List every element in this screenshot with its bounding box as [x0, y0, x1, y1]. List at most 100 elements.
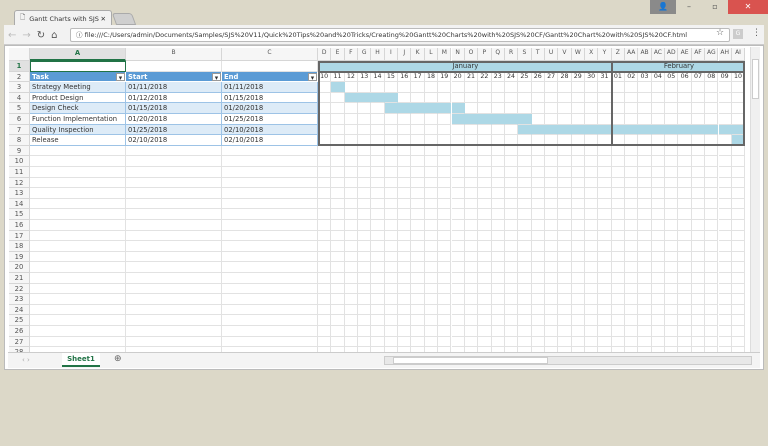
cell[interactable] — [492, 156, 505, 167]
cell[interactable] — [438, 231, 451, 242]
cell[interactable] — [345, 231, 358, 242]
row-header[interactable]: 4 — [9, 93, 30, 104]
cell[interactable] — [545, 326, 558, 337]
cell[interactable] — [665, 241, 678, 252]
cell[interactable] — [505, 178, 518, 189]
cell[interactable] — [222, 305, 318, 316]
row-header[interactable]: 23 — [9, 294, 30, 305]
cell[interactable] — [545, 305, 558, 316]
cell[interactable] — [638, 188, 651, 199]
cell[interactable] — [652, 241, 665, 252]
cell[interactable] — [452, 220, 465, 231]
cell[interactable] — [692, 305, 705, 316]
cell[interactable] — [705, 188, 718, 199]
cell[interactable] — [638, 220, 651, 231]
cell[interactable] — [719, 294, 732, 305]
cell[interactable] — [492, 220, 505, 231]
cell[interactable] — [411, 252, 424, 263]
cell[interactable] — [30, 241, 126, 252]
cell[interactable] — [518, 337, 531, 348]
cell[interactable] — [331, 167, 344, 178]
cell[interactable] — [732, 209, 745, 220]
cell[interactable] — [318, 273, 331, 284]
cell[interactable] — [465, 315, 478, 326]
row-header[interactable]: 11 — [9, 167, 30, 178]
cell[interactable] — [638, 294, 651, 305]
cell[interactable] — [505, 273, 518, 284]
cell[interactable] — [222, 294, 318, 305]
cell[interactable] — [385, 188, 398, 199]
back-icon[interactable]: ← — [8, 30, 16, 41]
cell[interactable] — [438, 294, 451, 305]
cell[interactable] — [385, 262, 398, 273]
cell[interactable] — [598, 305, 611, 316]
cell[interactable] — [411, 294, 424, 305]
cell[interactable] — [678, 284, 691, 295]
cell[interactable] — [126, 61, 222, 72]
cell[interactable] — [585, 305, 598, 316]
column-header-s[interactable]: S — [518, 48, 531, 61]
cell[interactable] — [585, 178, 598, 189]
cell[interactable] — [719, 199, 732, 210]
cell[interactable] — [478, 315, 491, 326]
cell[interactable] — [638, 241, 651, 252]
cell[interactable] — [558, 178, 571, 189]
cell[interactable] — [30, 252, 126, 263]
cell[interactable] — [318, 188, 331, 199]
cell[interactable] — [732, 262, 745, 273]
column-header-h[interactable]: H — [371, 48, 384, 61]
cell[interactable] — [612, 262, 625, 273]
cell[interactable] — [411, 241, 424, 252]
cell[interactable] — [518, 262, 531, 273]
cell[interactable] — [705, 294, 718, 305]
cell[interactable] — [438, 167, 451, 178]
cell[interactable] — [478, 167, 491, 178]
cell[interactable] — [438, 305, 451, 316]
end-cell[interactable]: 02/10/2018 — [222, 125, 318, 136]
horizontal-scroll-thumb[interactable] — [393, 357, 548, 364]
cell[interactable] — [625, 262, 638, 273]
cell[interactable] — [358, 156, 371, 167]
cell[interactable] — [465, 252, 478, 263]
column-header-y[interactable]: Y — [598, 48, 611, 61]
cell[interactable] — [505, 231, 518, 242]
cell[interactable] — [585, 241, 598, 252]
cell[interactable] — [678, 188, 691, 199]
cell[interactable] — [492, 262, 505, 273]
cell[interactable] — [612, 156, 625, 167]
cell[interactable] — [572, 178, 585, 189]
cell[interactable] — [665, 209, 678, 220]
cell[interactable] — [638, 156, 651, 167]
row-header[interactable]: 20 — [9, 262, 30, 273]
cell[interactable] — [30, 326, 126, 337]
cell[interactable] — [385, 231, 398, 242]
cell[interactable] — [732, 156, 745, 167]
cell[interactable] — [425, 231, 438, 242]
cell[interactable] — [478, 305, 491, 316]
cell[interactable] — [411, 231, 424, 242]
cell[interactable] — [331, 178, 344, 189]
cell[interactable] — [705, 209, 718, 220]
cell[interactable] — [411, 146, 424, 157]
cell[interactable] — [331, 273, 344, 284]
cell[interactable] — [126, 252, 222, 263]
cell[interactable] — [719, 337, 732, 348]
cell[interactable] — [492, 209, 505, 220]
column-header-e[interactable]: E — [331, 48, 344, 61]
cell[interactable] — [345, 252, 358, 263]
cell[interactable] — [385, 146, 398, 157]
cell[interactable] — [222, 262, 318, 273]
column-header-v[interactable]: V — [558, 48, 571, 61]
cell[interactable] — [692, 315, 705, 326]
cell[interactable] — [411, 178, 424, 189]
cell[interactable] — [425, 284, 438, 295]
column-header-c[interactable]: C — [222, 48, 318, 61]
cell[interactable] — [331, 188, 344, 199]
cell[interactable] — [438, 315, 451, 326]
cell[interactable] — [585, 326, 598, 337]
cell[interactable] — [598, 273, 611, 284]
cell[interactable] — [398, 156, 411, 167]
vertical-scroll-thumb[interactable] — [752, 59, 759, 99]
cell[interactable] — [719, 305, 732, 316]
cell[interactable] — [478, 231, 491, 242]
